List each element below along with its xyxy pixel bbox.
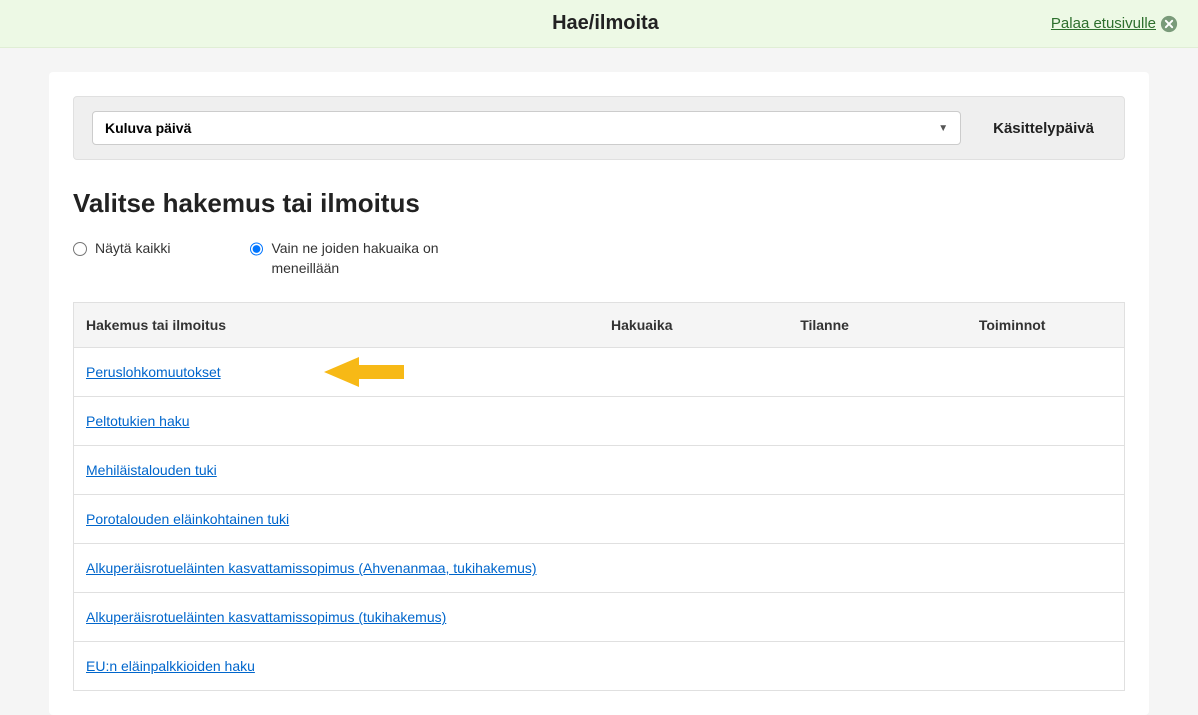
cell-time [599, 544, 788, 593]
application-link[interactable]: Peltotukien haku [86, 413, 190, 429]
date-filter-button[interactable]: Kuluva päivä ▼ [92, 111, 961, 145]
cell-name: EU:n eläinpalkkioiden haku [74, 642, 600, 691]
cell-status [788, 348, 967, 397]
table-row: Alkuperäisrotueläinten kasvattamissopimu… [74, 544, 1125, 593]
main-container: Kuluva päivä ▼ Käsittelypäivä Valitse ha… [49, 72, 1149, 715]
th-status: Tilanne [788, 303, 967, 348]
cell-status [788, 495, 967, 544]
radio-only-open-label[interactable]: Vain ne joiden hakuaika on meneillään [271, 239, 470, 278]
cell-name: Porotalouden eläinkohtainen tuki [74, 495, 600, 544]
close-icon [1160, 15, 1178, 33]
header-bar: Hae/ilmoita Palaa etusivulle [0, 0, 1198, 48]
application-link[interactable]: Alkuperäisrotueläinten kasvattamissopimu… [86, 560, 537, 576]
cell-time [599, 593, 788, 642]
cell-actions [967, 348, 1125, 397]
cell-name: Alkuperäisrotueläinten kasvattamissopimu… [74, 544, 600, 593]
th-time: Hakuaika [599, 303, 788, 348]
cell-time [599, 495, 788, 544]
filter-label: Käsittelypäivä [981, 120, 1106, 137]
cell-time [599, 397, 788, 446]
table-header-row: Hakemus tai ilmoitus Hakuaika Tilanne To… [74, 303, 1125, 348]
back-link-label: Palaa etusivulle [1051, 15, 1156, 32]
table-row: Peruslohkomuutokset [74, 348, 1125, 397]
application-link[interactable]: Porotalouden eläinkohtainen tuki [86, 511, 289, 527]
cell-actions [967, 446, 1125, 495]
cell-status [788, 593, 967, 642]
cell-time [599, 642, 788, 691]
applications-table: Hakemus tai ilmoitus Hakuaika Tilanne To… [73, 302, 1125, 691]
radio-group: Näytä kaikki Vain ne joiden hakuaika on … [73, 239, 1125, 278]
table-row: Porotalouden eläinkohtainen tuki [74, 495, 1125, 544]
cell-name: Peltotukien haku [74, 397, 600, 446]
cell-actions [967, 593, 1125, 642]
cell-actions [967, 495, 1125, 544]
th-actions: Toiminnot [967, 303, 1125, 348]
cell-time [599, 348, 788, 397]
table-row: Mehiläistalouden tuki [74, 446, 1125, 495]
cell-time [599, 446, 788, 495]
application-link[interactable]: EU:n eläinpalkkioiden haku [86, 658, 255, 674]
radio-only-open[interactable]: Vain ne joiden hakuaika on meneillään [250, 239, 470, 278]
table-row: Alkuperäisrotueläinten kasvattamissopimu… [74, 593, 1125, 642]
cell-actions [967, 642, 1125, 691]
radio-only-open-input[interactable] [250, 242, 263, 256]
radio-show-all-label[interactable]: Näytä kaikki [95, 239, 170, 259]
cell-status [788, 446, 967, 495]
application-link[interactable]: Mehiläistalouden tuki [86, 462, 217, 478]
application-link[interactable]: Peruslohkomuutokset [86, 364, 221, 380]
date-filter-dropdown[interactable]: Kuluva päivä ▼ [92, 111, 961, 145]
filter-bar: Kuluva päivä ▼ Käsittelypäivä [73, 96, 1125, 160]
back-to-home-link[interactable]: Palaa etusivulle [1051, 15, 1178, 33]
dropdown-value: Kuluva päivä [105, 120, 191, 136]
th-name: Hakemus tai ilmoitus [74, 303, 600, 348]
table-row: Peltotukien haku [74, 397, 1125, 446]
radio-show-all[interactable]: Näytä kaikki [73, 239, 170, 278]
cell-status [788, 397, 967, 446]
cell-status [788, 544, 967, 593]
application-link[interactable]: Alkuperäisrotueläinten kasvattamissopimu… [86, 609, 446, 625]
cell-actions [967, 397, 1125, 446]
cell-name: Alkuperäisrotueläinten kasvattamissopimu… [74, 593, 600, 642]
cell-name: Mehiläistalouden tuki [74, 446, 600, 495]
section-title: Valitse hakemus tai ilmoitus [73, 188, 1125, 219]
cell-name: Peruslohkomuutokset [74, 348, 600, 397]
radio-show-all-input[interactable] [73, 242, 87, 256]
chevron-down-icon: ▼ [938, 123, 948, 134]
cell-actions [967, 544, 1125, 593]
page-title: Hae/ilmoita [160, 12, 1051, 35]
table-row: EU:n eläinpalkkioiden haku [74, 642, 1125, 691]
cell-status [788, 642, 967, 691]
arrow-pointer-icon [324, 357, 404, 387]
